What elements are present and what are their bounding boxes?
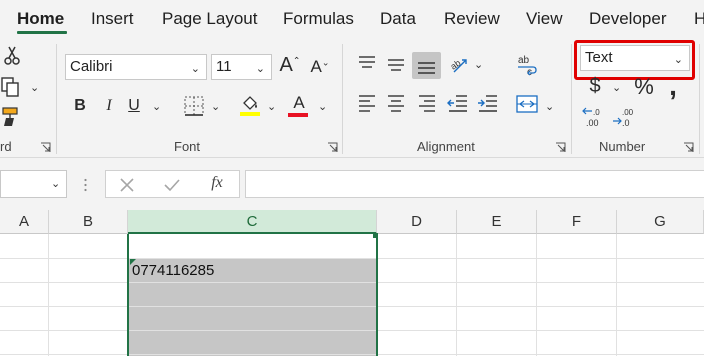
- tab-home[interactable]: Home: [17, 9, 64, 29]
- increase-indent-icon[interactable]: [477, 94, 499, 112]
- formula-bar-grip-icon[interactable]: [84, 177, 87, 193]
- number-group-label: Number: [599, 139, 646, 154]
- cut-icon[interactable]: [2, 44, 22, 66]
- tab-help[interactable]: H: [694, 9, 704, 29]
- ribbon: ⌄ rd Calibri ⌄ 11 ⌄ A⌃ A⌄ B I U ⌄ ⌄ ⌄ A …: [0, 36, 704, 158]
- svg-text:.0: .0: [622, 118, 630, 128]
- decrease-indent-icon[interactable]: [447, 94, 469, 112]
- clipboard-group-label: rd: [0, 139, 12, 154]
- font-color-icon[interactable]: A: [288, 94, 310, 118]
- underline-dropdown-icon[interactable]: ⌄: [152, 100, 161, 113]
- column-header-g[interactable]: G: [617, 210, 704, 234]
- tab-review[interactable]: Review: [444, 9, 500, 29]
- bold-button[interactable]: B: [72, 98, 88, 114]
- tab-data[interactable]: Data: [380, 9, 416, 29]
- borders-dropdown-icon[interactable]: ⌄: [211, 100, 220, 113]
- format-painter-icon[interactable]: [0, 106, 22, 128]
- currency-button[interactable]: $: [587, 76, 603, 96]
- svg-text:.00: .00: [586, 118, 599, 128]
- increase-decimal-icon[interactable]: .0.00: [582, 106, 606, 128]
- number-launcher-icon[interactable]: [683, 140, 694, 152]
- shrink-font-icon[interactable]: A⌄: [309, 58, 331, 75]
- font-size-box[interactable]: 11 ⌄: [211, 54, 272, 80]
- column-header-e[interactable]: E: [457, 210, 537, 234]
- selection-border: [127, 234, 378, 356]
- cancel-entry-icon[interactable]: [118, 176, 136, 194]
- clipboard-launcher-icon[interactable]: [40, 140, 51, 152]
- tab-developer[interactable]: Developer: [589, 9, 667, 29]
- fill-color-dropdown-icon[interactable]: ⌄: [267, 100, 276, 113]
- column-header-b[interactable]: B: [49, 210, 128, 234]
- column-header-a[interactable]: A: [0, 210, 49, 234]
- align-right-icon[interactable]: [417, 94, 437, 112]
- insert-function-icon[interactable]: fx: [206, 175, 228, 191]
- top-align-icon[interactable]: [357, 54, 377, 72]
- borders-icon[interactable]: [183, 95, 205, 117]
- tab-insert[interactable]: Insert: [91, 9, 134, 29]
- svg-text:.00: .00: [622, 108, 634, 117]
- tab-formulas[interactable]: Formulas: [283, 9, 354, 29]
- number-format-box[interactable]: Text ⌄: [580, 45, 690, 71]
- merge-center-icon[interactable]: [515, 93, 539, 115]
- bottom-align-button[interactable]: [412, 52, 441, 79]
- confirm-entry-icon[interactable]: [163, 176, 181, 194]
- column-header-f[interactable]: F: [537, 210, 617, 234]
- svg-text:.0: .0: [593, 108, 600, 117]
- font-group-label: Font: [174, 139, 201, 154]
- decrease-decimal-icon[interactable]: .00.0: [612, 106, 636, 128]
- worksheet-grid[interactable]: A B C D E F G 0774116285: [0, 210, 704, 356]
- orientation-dropdown-icon[interactable]: ⌄: [474, 58, 483, 71]
- underline-button[interactable]: U: [126, 98, 142, 114]
- currency-dropdown-icon[interactable]: ⌄: [612, 81, 621, 94]
- font-launcher-icon[interactable]: [327, 140, 338, 152]
- alignment-group-label: Alignment: [417, 139, 475, 154]
- comma-button[interactable]: ,: [666, 72, 680, 100]
- percent-button[interactable]: %: [633, 76, 655, 98]
- formula-buttons: fx: [105, 170, 240, 198]
- copy-icon[interactable]: [0, 76, 22, 98]
- fill-color-icon[interactable]: [239, 94, 261, 118]
- font-size-value: 11: [216, 58, 232, 75]
- name-box-dropdown-icon[interactable]: ⌄: [51, 177, 60, 190]
- grow-font-icon[interactable]: A⌃: [279, 55, 301, 75]
- font-name-value: Calibri: [70, 58, 113, 75]
- cell-c2[interactable]: 0774116285: [132, 262, 214, 279]
- column-header-c[interactable]: C: [128, 210, 377, 234]
- svg-text:ab: ab: [518, 55, 530, 66]
- fill-handle[interactable]: [373, 233, 378, 238]
- tab-view[interactable]: View: [526, 9, 563, 29]
- middle-align-icon[interactable]: [386, 56, 406, 74]
- font-size-dropdown-icon[interactable]: ⌄: [256, 57, 265, 81]
- formula-input[interactable]: [245, 170, 704, 198]
- tab-page-layout[interactable]: Page Layout: [162, 9, 257, 29]
- alignment-launcher-icon[interactable]: [555, 140, 566, 152]
- font-color-dropdown-icon[interactable]: ⌄: [318, 100, 327, 113]
- align-center-icon[interactable]: [386, 94, 406, 112]
- italic-button[interactable]: I: [101, 98, 117, 114]
- orientation-icon[interactable]: ab: [448, 53, 470, 75]
- wrap-text-icon[interactable]: ab c: [515, 53, 539, 79]
- active-tab-indicator: [17, 31, 67, 34]
- copy-dropdown-icon[interactable]: ⌄: [30, 81, 39, 94]
- align-left-icon[interactable]: [357, 94, 377, 112]
- ribbon-tabs: Home Insert Page Layout Formulas Data Re…: [0, 0, 704, 36]
- font-name-box[interactable]: Calibri ⌄: [65, 54, 207, 80]
- merge-dropdown-icon[interactable]: ⌄: [545, 100, 554, 113]
- name-box[interactable]: ⌄: [0, 170, 67, 198]
- column-header-d[interactable]: D: [377, 210, 457, 234]
- number-format-value: Text: [585, 49, 613, 66]
- font-name-dropdown-icon[interactable]: ⌄: [191, 57, 200, 81]
- number-format-dropdown-icon[interactable]: ⌄: [674, 48, 683, 72]
